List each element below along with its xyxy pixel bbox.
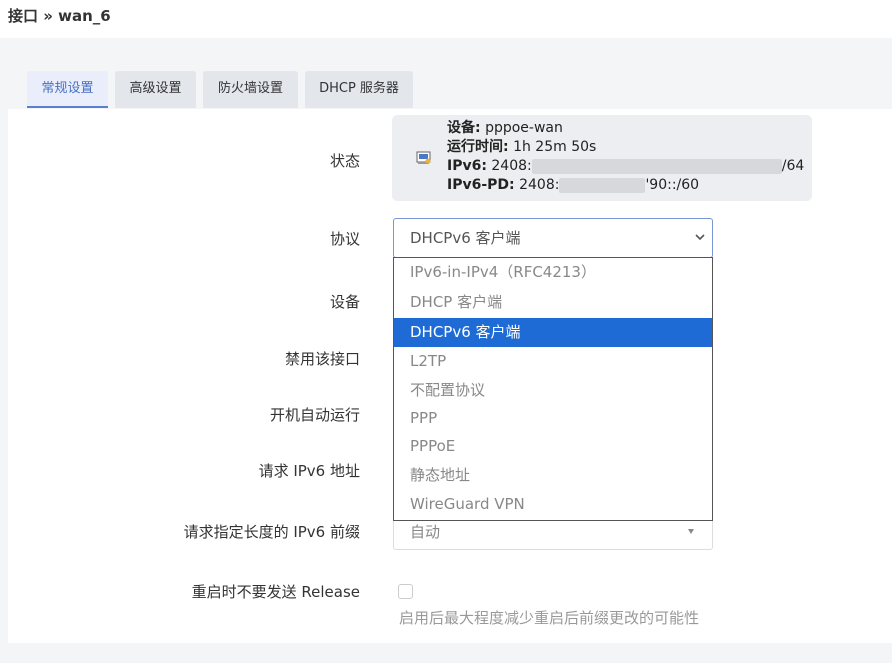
prefix-length-label: 请求指定长度的 IPv6 前缀: [183, 523, 360, 541]
no-release-hint: 启用后最大程度减少重启后前缀更改的可能性: [399, 609, 700, 627]
ipv6-key: IPv6:: [447, 158, 487, 174]
breadcrumb: 接口 » wan_6: [8, 7, 111, 25]
tab-dhcp-server[interactable]: DHCP 服务器: [305, 71, 413, 108]
ipv6-suffix: /64: [781, 158, 805, 174]
settings-panel: 状态 设备: pppoe-wan 运行时间: 1h 25m 50s IPv6: …: [8, 109, 892, 643]
protocol-option-selected[interactable]: DHCPv6 客户端: [394, 318, 712, 347]
protocol-option[interactable]: DHCP 客户端: [394, 288, 712, 317]
status-ipv6pd-line: IPv6-PD: 2408: '90::/60: [447, 176, 804, 195]
chevron-down-icon: [695, 234, 705, 241]
ipv6pd-prefix: 2408:: [519, 177, 560, 193]
tab-advanced-settings[interactable]: 高级设置: [115, 71, 196, 108]
protocol-option[interactable]: IPv6-in-IPv4（RFC4213）: [394, 258, 712, 287]
device-key: 设备:: [447, 120, 481, 136]
status-box: 设备: pppoe-wan 运行时间: 1h 25m 50s IPv6: 240…: [392, 115, 812, 201]
device-value: pppoe-wan: [485, 120, 563, 136]
protocol-option[interactable]: 静态地址: [394, 461, 712, 490]
protocol-option[interactable]: L2TP: [394, 347, 712, 376]
redacted-ipv6pd: [559, 177, 646, 193]
caret-down-icon: [688, 529, 694, 534]
protocol-option[interactable]: WireGuard VPN: [394, 490, 712, 519]
ipv6pd-suffix: '90::/60: [645, 177, 700, 193]
prefix-length-value: 自动: [410, 523, 441, 541]
protocol-label: 协议: [329, 230, 360, 248]
protocol-option[interactable]: PPPoE: [394, 432, 712, 461]
autostart-label: 开机自动运行: [269, 406, 360, 424]
disable-interface-label: 禁用该接口: [284, 350, 360, 368]
status-uptime-line: 运行时间: 1h 25m 50s: [447, 138, 804, 157]
tab-firewall-settings[interactable]: 防火墙设置: [203, 71, 298, 108]
status-details: 设备: pppoe-wan 运行时间: 1h 25m 50s IPv6: 240…: [447, 119, 804, 195]
status-ipv6-line: IPv6: 2408: /64: [447, 157, 804, 176]
network-interface-icon: [416, 151, 431, 164]
status-label: 状态: [329, 152, 360, 170]
device-label: 设备: [329, 293, 360, 311]
protocol-option[interactable]: PPP: [394, 404, 712, 433]
no-release-checkbox[interactable]: [398, 584, 413, 599]
status-device-line: 设备: pppoe-wan: [447, 119, 804, 138]
protocol-dropdown-list: IPv6-in-IPv4（RFC4213） DHCP 客户端 DHCPv6 客户…: [393, 257, 713, 521]
ipv6pd-key: IPv6-PD:: [447, 177, 515, 193]
protocol-select[interactable]: DHCPv6 客户端: [393, 218, 713, 258]
protocol-option[interactable]: 不配置协议: [394, 376, 712, 405]
tab-general-settings[interactable]: 常规设置: [27, 71, 108, 108]
protocol-select-value: DHCPv6 客户端: [410, 229, 521, 247]
request-ipv6-label: 请求 IPv6 地址: [258, 462, 360, 480]
redacted-ipv6: [531, 158, 782, 174]
uptime-key: 运行时间:: [447, 139, 509, 155]
ipv6-prefix: 2408:: [491, 158, 532, 174]
uptime-value: 1h 25m 50s: [513, 139, 597, 155]
top-bar: 接口 » wan_6: [0, 0, 892, 38]
no-release-label: 重启时不要发送 Release: [191, 583, 360, 601]
